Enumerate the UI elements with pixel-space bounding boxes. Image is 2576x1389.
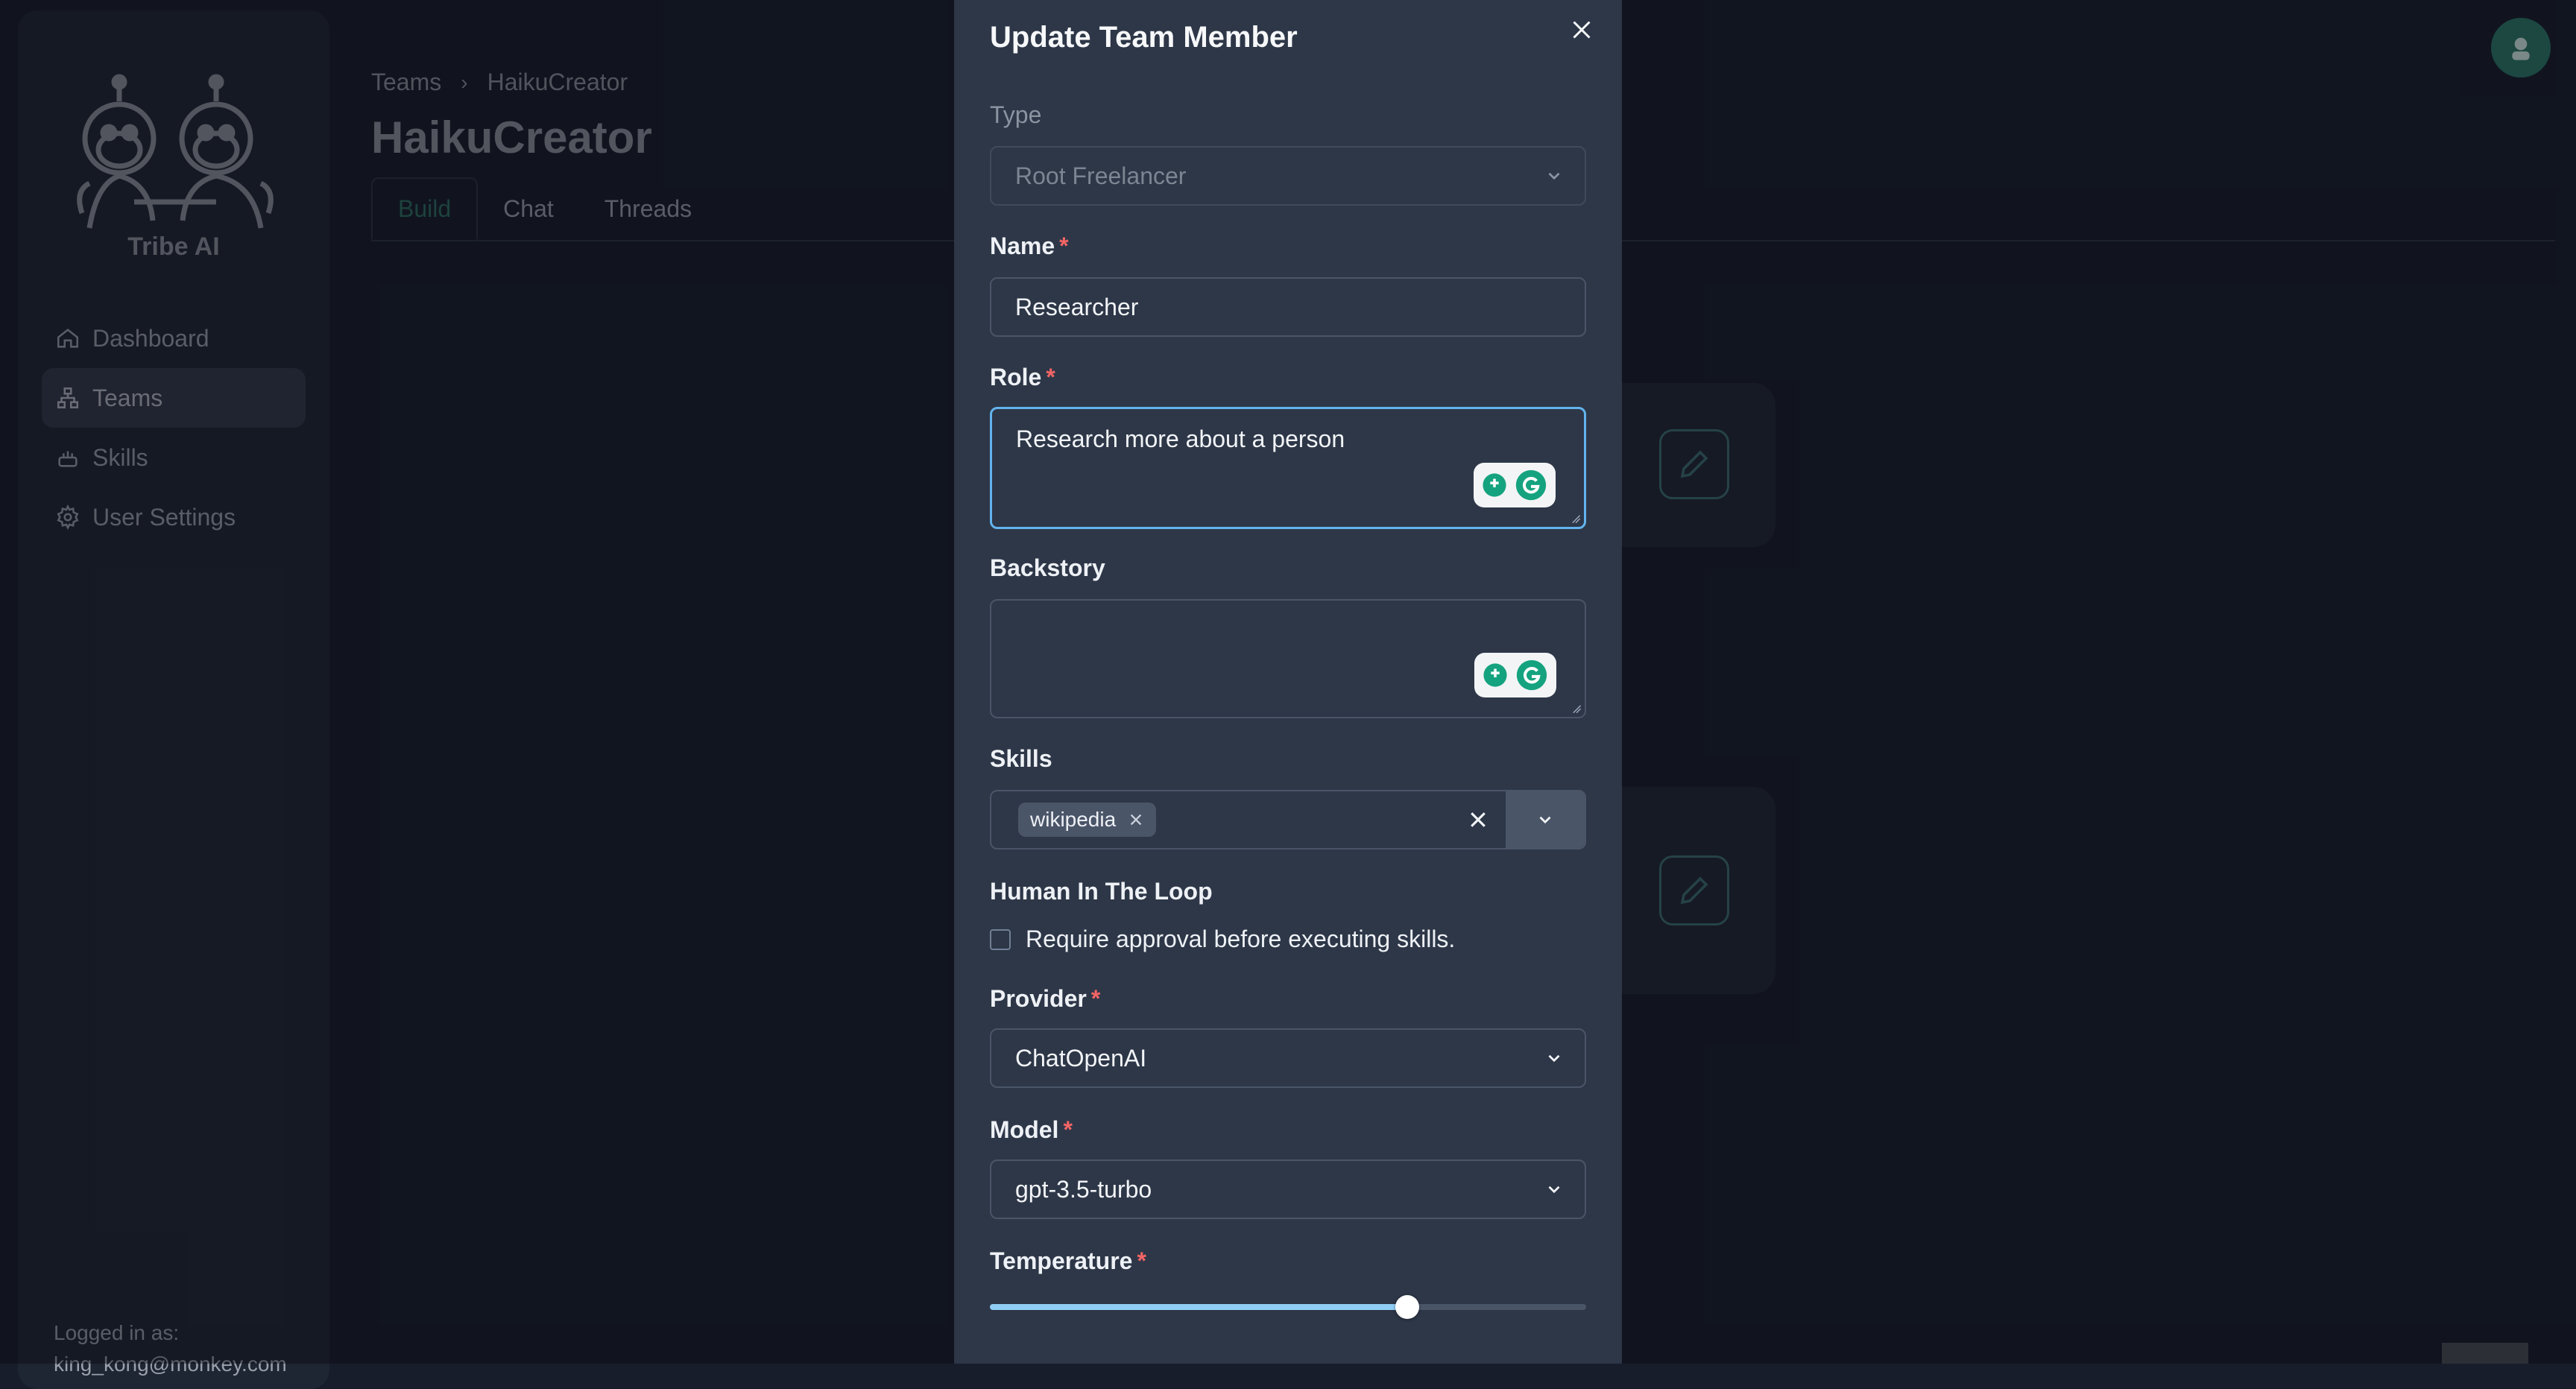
temperature-slider-thumb[interactable]: [1395, 1295, 1419, 1319]
chevron-down-icon: [1548, 172, 1560, 180]
name-value: Researcher: [1015, 293, 1139, 320]
grammarly-widget[interactable]: [1474, 653, 1556, 697]
grammarly-icon: [1517, 659, 1547, 691]
remove-chip-icon[interactable]: [1128, 811, 1144, 828]
role-textarea[interactable]: Research more about a person: [990, 407, 1586, 529]
close-icon[interactable]: [1568, 16, 1595, 43]
name-input[interactable]: Researcher: [990, 277, 1586, 337]
grammarly-widget[interactable]: [1474, 463, 1556, 507]
provider-value: ChatOpenAI: [1015, 1044, 1147, 1072]
provider-label: Provider *: [990, 985, 1101, 1012]
temperature-label: Temperature *: [990, 1247, 1146, 1274]
name-label: Name *: [990, 232, 1069, 259]
backstory-label: Backstory: [990, 554, 1105, 581]
hitl-checkbox-label: Require approval before executing skills…: [1026, 926, 1456, 952]
backstory-textarea[interactable]: [990, 599, 1586, 718]
chevron-down-icon: [1548, 1054, 1560, 1063]
resize-handle-icon[interactable]: [1570, 513, 1581, 524]
chevron-down-icon: [1539, 816, 1551, 824]
model-label: Model *: [990, 1116, 1073, 1143]
skill-chip: wikipedia: [1018, 803, 1157, 837]
resize-handle-icon[interactable]: [1571, 703, 1582, 714]
temperature-slider[interactable]: [990, 1295, 1586, 1319]
update-team-member-modal: Update Team Member Type Root Freelancer …: [954, 0, 1622, 1364]
hitl-checkbox-row[interactable]: Require approval before executing skills…: [990, 926, 1455, 953]
type-label: Type: [990, 101, 1042, 128]
skills-label: Skills: [990, 745, 1052, 772]
type-value: Root Freelancer: [1015, 162, 1187, 189]
model-value: gpt-3.5-turbo: [1015, 1175, 1152, 1203]
role-value: Research more about a person: [1016, 425, 1345, 452]
lightbulb-icon: [1483, 663, 1507, 687]
clear-icon[interactable]: [1467, 809, 1489, 831]
hitl-label: Human In The Loop: [990, 878, 1213, 905]
skills-multiselect[interactable]: wikipedia: [990, 790, 1586, 849]
model-select[interactable]: gpt-3.5-turbo: [990, 1159, 1586, 1219]
lightbulb-icon: [1483, 473, 1506, 497]
provider-select[interactable]: ChatOpenAI: [990, 1028, 1586, 1088]
skill-chip-label: wikipedia: [1030, 808, 1117, 831]
grammarly-icon: [1516, 469, 1547, 501]
role-label: Role *: [990, 364, 1055, 390]
skills-dropdown-toggle[interactable]: [1506, 791, 1585, 848]
type-select: Root Freelancer: [990, 146, 1586, 206]
chevron-down-icon: [1548, 1186, 1560, 1194]
hitl-checkbox[interactable]: [990, 928, 1011, 950]
temperature-slider-fill: [990, 1304, 1407, 1310]
modal-title: Update Team Member: [990, 21, 1298, 54]
